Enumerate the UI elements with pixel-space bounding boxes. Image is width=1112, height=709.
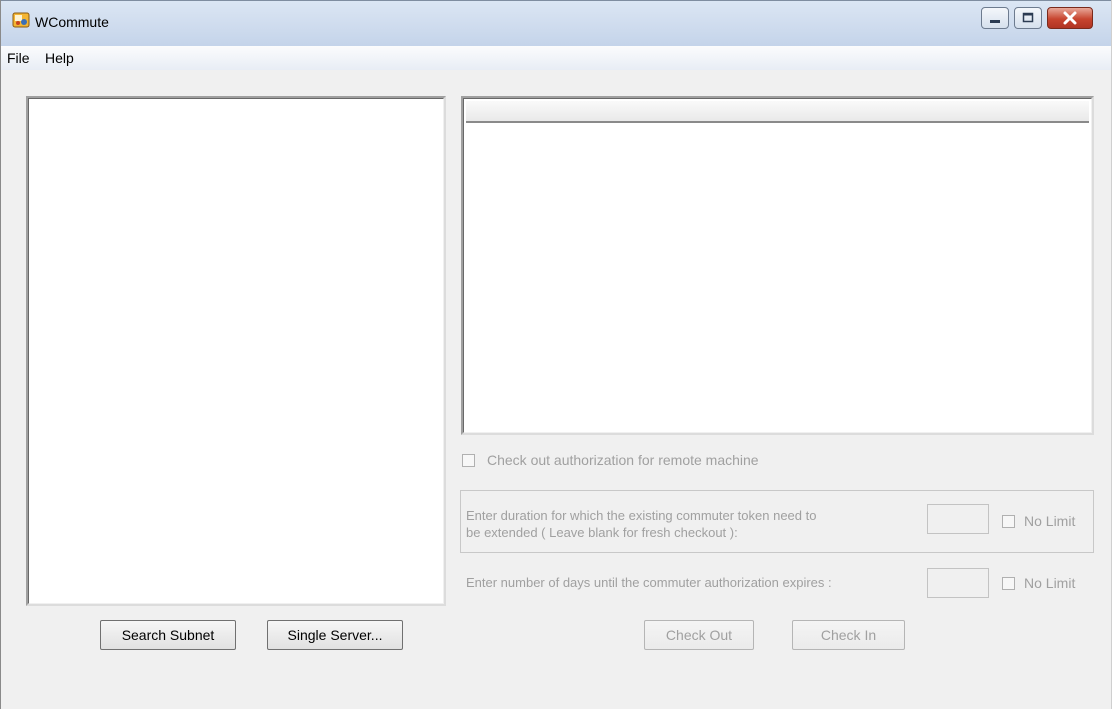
app-window: WCommute File Help Search Subnet Single [0,0,1112,709]
duration-no-limit-label: No Limit [1024,513,1076,529]
app-icon [12,11,30,29]
menu-bar: File Help [1,46,1111,70]
days-label: Enter number of days until the commuter … [466,575,832,590]
maximize-button[interactable] [1014,7,1042,29]
close-icon [1063,11,1077,25]
menu-help[interactable]: Help [45,50,74,66]
days-no-limit-checkbox[interactable] [1002,577,1015,590]
check-out-button[interactable]: Check Out [644,620,754,650]
search-subnet-button[interactable]: Search Subnet [100,620,236,650]
check-in-button[interactable]: Check In [792,620,905,650]
feature-list-inner [463,98,1092,433]
days-no-limit-label: No Limit [1024,575,1076,591]
menu-file[interactable]: File [7,50,30,66]
minimize-button[interactable] [981,7,1009,29]
duration-label-line2: be extended ( Leave blank for fresh chec… [466,525,738,540]
days-input[interactable] [927,568,989,598]
feature-list-header [466,101,1089,123]
server-list-inner [28,98,444,604]
feature-list-panel[interactable] [461,96,1094,435]
minimize-icon [990,20,1000,23]
server-list-panel[interactable] [26,96,446,606]
duration-label-line1: Enter duration for which the existing co… [466,508,817,523]
duration-input[interactable] [927,504,989,534]
close-button[interactable] [1047,7,1093,29]
single-server-button[interactable]: Single Server... [267,620,403,650]
window-title: WCommute [35,14,109,30]
remote-checkout-checkbox[interactable] [462,454,475,467]
maximize-icon [1022,12,1034,23]
remote-checkout-label: Check out authorization for remote machi… [487,452,759,468]
title-bar: WCommute [1,0,1111,46]
duration-no-limit-checkbox[interactable] [1002,515,1015,528]
